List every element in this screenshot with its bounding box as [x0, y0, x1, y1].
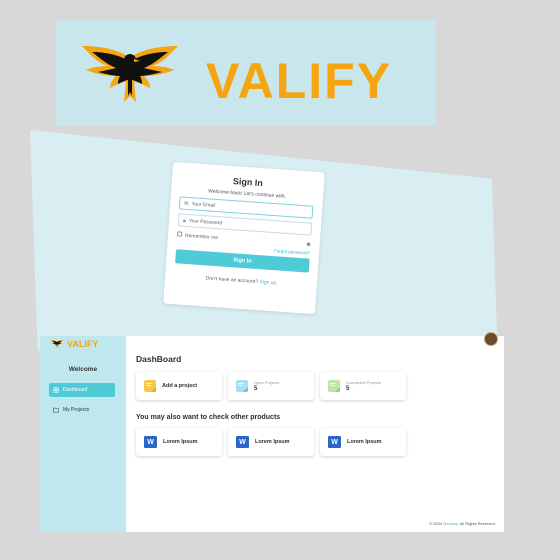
- open-projects-card[interactable]: Open Projects 5: [228, 372, 314, 400]
- logo-banner: VALIFY: [56, 20, 436, 126]
- sticky-note-icon: [144, 380, 156, 392]
- password-placeholder: Your Password: [188, 217, 223, 226]
- completed-projects-card[interactable]: Completed Projects 5: [320, 372, 406, 400]
- user-avatar[interactable]: [484, 332, 498, 346]
- completed-projects-caption: Completed Projects: [346, 380, 381, 385]
- product-card[interactable]: W Lorem Ipsum: [320, 428, 406, 456]
- sidebar: VALIFY Welcome Dashboard My Projects: [40, 336, 126, 532]
- product-label: Lorem Ipsum: [163, 439, 198, 445]
- eye-off-icon[interactable]: ◉: [306, 241, 311, 247]
- brand-wordmark: VALIFY: [206, 53, 393, 109]
- sidebar-welcome: Welcome: [68, 366, 98, 373]
- remember-checkbox[interactable]: [176, 231, 183, 237]
- lock-icon: 🔒︎: [182, 217, 186, 224]
- add-project-label: Add a project: [162, 383, 198, 389]
- product-label: Lorem Ipsum: [255, 439, 290, 445]
- word-icon: W: [236, 436, 249, 448]
- sidebar-item-my-projects[interactable]: My Projects: [49, 403, 115, 417]
- footer-prefix: © 2024: [429, 521, 443, 526]
- other-products-title: You may also want to check other product…: [136, 414, 281, 421]
- dashboard-window: VALIFY Welcome Dashboard My Projects Das…: [40, 332, 504, 532]
- folder-icon: [53, 407, 59, 413]
- footer-brand-link[interactable]: Nextbuy: [443, 521, 457, 526]
- add-project-card[interactable]: Add a project: [136, 372, 222, 400]
- remember-label: Remember me: [184, 232, 219, 242]
- eagle-logo-icon: [50, 339, 64, 348]
- page-title: DashBoard: [136, 354, 182, 364]
- completed-projects-stack: Completed Projects 5: [346, 380, 381, 392]
- sidebar-logo[interactable]: VALIFY: [50, 339, 98, 349]
- no-account-text: Don't have an account? Sign up: [174, 273, 308, 288]
- note-blue-icon: [236, 380, 248, 392]
- mail-icon: ✉: [184, 200, 189, 207]
- no-account-label: Don't have an account?: [205, 275, 259, 286]
- completed-projects-count: 5: [346, 386, 350, 392]
- footer-copyright: © 2024 Nextbuy. All Rights Reserved.: [429, 521, 496, 526]
- remember-me[interactable]: Remember me: [176, 231, 219, 242]
- sidebar-item-label: Dashboard: [63, 387, 88, 393]
- email-placeholder: Your Email: [191, 200, 216, 209]
- eagle-logo-icon: [82, 46, 178, 102]
- product-card[interactable]: W Lorem Ipsum: [136, 428, 222, 456]
- word-icon: W: [144, 436, 157, 448]
- product-label: Lorem Ipsum: [347, 439, 382, 445]
- signup-link[interactable]: Sign up: [259, 279, 276, 286]
- signin-card: Sign In Welcome back! Let's continue wit…: [163, 161, 325, 315]
- open-projects-stack: Open Projects 5: [254, 380, 279, 392]
- product-card[interactable]: W Lorem Ipsum: [228, 428, 314, 456]
- footer-suffix: . All Rights Reserved.: [457, 521, 496, 526]
- sidebar-item-dashboard[interactable]: Dashboard: [49, 383, 115, 397]
- sidebar-item-label: My Projects: [63, 407, 90, 413]
- word-icon: W: [328, 436, 341, 448]
- grid-icon: [53, 387, 59, 393]
- sidebar-logo-text: VALIFY: [67, 339, 99, 349]
- note-green-icon: [328, 380, 340, 392]
- open-projects-caption: Open Projects: [254, 380, 280, 385]
- open-projects-count: 5: [254, 386, 258, 392]
